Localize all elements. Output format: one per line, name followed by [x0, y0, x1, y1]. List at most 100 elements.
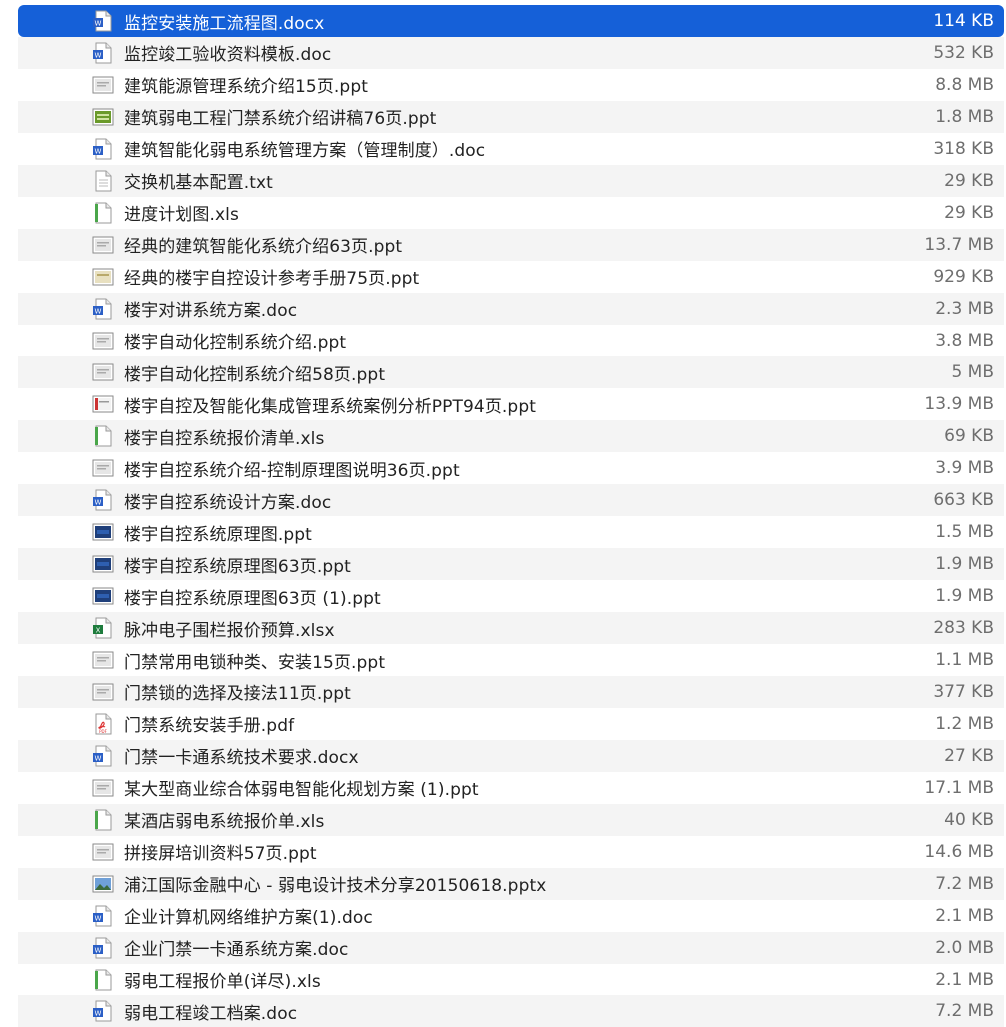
file-size: 13.7 MB — [924, 234, 994, 255]
file-name: 楼宇自动化控制系统介绍.ppt — [124, 333, 347, 353]
file-name: 企业门禁一卡通系统方案.doc — [124, 940, 349, 961]
ppt-thumbnail-icon — [92, 777, 114, 799]
file-size: 1.9 MB — [935, 586, 994, 607]
file-name: 建筑能源管理系统介绍15页.ppt — [124, 77, 368, 98]
file-row[interactable]: 楼宇自控系统原理图63页 (1).ppt 1.9 MB — [18, 580, 1004, 612]
file-row[interactable]: 拼接屏培训资料57页.ppt 14.6 MB — [18, 836, 1004, 868]
file-row[interactable]: 门禁锁的选择及接法11页.ppt 377 KB — [18, 675, 1004, 708]
file-row[interactable]: W 企业门禁一卡通系统方案.doc 2.0 MB — [18, 931, 1004, 964]
spreadsheet-icon — [92, 969, 114, 991]
file-size: 929 KB — [933, 266, 994, 287]
ppt-thumbnail-icon — [92, 74, 114, 96]
file-size: 1.9 MB — [935, 554, 994, 575]
word-doc-icon: W — [92, 138, 114, 160]
file-row[interactable]: W 建筑智能化弱电系统管理方案（管理制度）.doc 318 KB — [18, 133, 1004, 165]
file-size: 1.8 MB — [935, 106, 994, 127]
ppt-thumbnail-icon — [92, 457, 114, 479]
word-doc-icon: W — [92, 905, 114, 927]
file-name: 企业计算机网络维护方案(1).doc — [124, 908, 373, 929]
file-row[interactable]: 弱电工程报价单(详尽).xls 2.1 MB — [18, 964, 1004, 996]
file-name: 建筑弱电工程门禁系统介绍讲稿76页.ppt — [124, 109, 437, 130]
ppt-thumbnail-icon — [92, 361, 114, 383]
svg-text:W: W — [95, 914, 102, 922]
file-size: 2.1 MB — [935, 969, 994, 990]
file-row[interactable]: 建筑弱电工程门禁系统介绍讲稿76页.ppt 1.8 MB — [18, 100, 1004, 133]
file-size: 3.8 MB — [935, 330, 994, 351]
file-row[interactable]: PDF 门禁系统安装手册.pdf 1.2 MB — [18, 708, 1004, 740]
file-row[interactable]: 楼宇自控系统原理图63页.ppt 1.9 MB — [18, 548, 1004, 581]
file-row[interactable]: W 监控竣工验收资料模板.doc 532 KB — [18, 36, 1004, 69]
ppt-thumbnail-blue-icon — [92, 521, 114, 543]
file-row[interactable]: 楼宇自动化控制系统介绍58页.ppt 5 MB — [18, 356, 1004, 389]
file-name: 某酒店弱电系统报价单.xls — [124, 812, 325, 833]
file-size: 40 KB — [944, 809, 994, 830]
svg-text:W: W — [95, 1010, 102, 1018]
file-name: 交换机基本配置.txt — [124, 173, 273, 194]
file-row[interactable]: 某酒店弱电系统报价单.xls 40 KB — [18, 803, 1004, 836]
file-size: 663 KB — [933, 490, 994, 511]
file-name: 楼宇自控系统原理图63页.ppt — [124, 556, 351, 577]
file-row[interactable]: 经典的建筑智能化系统介绍63页.ppt 13.7 MB — [18, 228, 1004, 261]
file-row[interactable]: 楼宇自控系统原理图.ppt 1.5 MB — [18, 516, 1004, 548]
ppt-thumbnail-icon — [92, 234, 114, 256]
file-list: W 监控安装施工流程图.docx 114 KB W 监控竣工验收资料模板.doc 532 … — [0, 0, 1006, 1027]
pdf-icon: PDF — [92, 713, 114, 735]
file-row[interactable]: W 监控安装施工流程图.docx 114 KB — [18, 5, 1004, 37]
svg-text:PDF: PDF — [99, 729, 107, 734]
file-row[interactable]: 楼宇自控及智能化集成管理系统案例分析PPT94页.ppt 13.9 MB — [18, 388, 1004, 420]
file-name: 建筑智能化弱电系统管理方案（管理制度）.doc — [124, 141, 486, 162]
file-size: 3.9 MB — [935, 458, 994, 479]
file-name: 楼宇自控系统介绍-控制原理图说明36页.ppt — [124, 460, 460, 481]
file-name: 经典的建筑智能化系统介绍63页.ppt — [124, 237, 403, 258]
file-row[interactable]: X 脉冲电子围栏报价预算.xlsx 283 KB — [18, 612, 1004, 645]
file-size: 69 KB — [944, 426, 994, 447]
file-size: 5 MB — [951, 362, 994, 383]
word-doc-icon: W — [92, 1000, 114, 1022]
file-row[interactable]: 楼宇自控系统报价清单.xls 69 KB — [18, 420, 1004, 453]
file-row[interactable]: 建筑能源管理系统介绍15页.ppt 8.8 MB — [18, 69, 1004, 101]
file-name: 门禁一卡通系统技术要求.docx — [124, 748, 359, 769]
file-row[interactable]: 楼宇自动化控制系统介绍.ppt 3.8 MB — [18, 325, 1004, 357]
file-size: 2.3 MB — [935, 298, 994, 319]
file-name: 楼宇自控系统原理图.ppt — [124, 524, 312, 545]
svg-text:W: W — [95, 51, 102, 59]
file-row[interactable]: W 弱电工程竣工档案.doc 7.2 MB — [18, 995, 1004, 1027]
file-name: 楼宇自控系统原理图63页 (1).ppt — [124, 588, 381, 609]
file-name: 楼宇自控系统设计方案.doc — [124, 492, 332, 513]
file-row[interactable]: W 楼宇对讲系统方案.doc 2.3 MB — [18, 292, 1004, 325]
file-row[interactable]: 经典的楼宇自控设计参考手册75页.ppt 929 KB — [18, 261, 1004, 293]
spreadsheet-icon — [92, 809, 114, 831]
ppt-thumbnail-blue-icon — [92, 585, 114, 607]
file-name: 楼宇对讲系统方案.doc — [124, 301, 298, 322]
file-row[interactable]: W 楼宇自控系统设计方案.doc 663 KB — [18, 484, 1004, 517]
file-name: 监控竣工验收资料模板.doc — [124, 45, 332, 66]
svg-text:W: W — [95, 946, 102, 954]
file-name: 弱电工程竣工档案.doc — [124, 1003, 298, 1024]
file-size: 14.6 MB — [924, 841, 994, 862]
ppt-thumbnail-blue-icon — [92, 553, 114, 575]
file-row[interactable]: 门禁常用电锁种类、安装15页.ppt 1.1 MB — [18, 644, 1004, 676]
file-row[interactable]: 某大型商业综合体弱电智能化规划方案 (1).ppt 17.1 MB — [18, 772, 1004, 804]
svg-text:X: X — [96, 627, 101, 635]
file-row[interactable]: W 门禁一卡通系统技术要求.docx 27 KB — [18, 739, 1004, 772]
file-row[interactable]: 楼宇自控系统介绍-控制原理图说明36页.ppt 3.9 MB — [18, 452, 1004, 484]
svg-text:W: W — [95, 307, 102, 315]
svg-text:W: W — [95, 147, 102, 155]
ppt-thumbnail-icon — [92, 649, 114, 671]
file-row[interactable]: 浦江国际金融中心 - 弱电设计技术分享20150618.pptx 7.2 MB — [18, 867, 1004, 900]
file-size: 1.1 MB — [935, 650, 994, 670]
file-name: 门禁系统安装手册.pdf — [124, 716, 295, 737]
file-size: 7.2 MB — [935, 1001, 994, 1022]
ppt-thumbnail-beige-icon — [92, 266, 114, 288]
file-row[interactable]: 进度计划图.xls 29 KB — [18, 197, 1004, 229]
file-size: 283 KB — [933, 618, 994, 639]
file-size: 27 KB — [944, 745, 994, 766]
file-size: 7.2 MB — [935, 873, 994, 894]
ppt-thumbnail-photo-icon — [92, 873, 114, 895]
file-row[interactable]: W 企业计算机网络维护方案(1).doc 2.1 MB — [18, 900, 1004, 932]
text-file-icon — [92, 170, 114, 192]
file-name: 脉冲电子围栏报价预算.xlsx — [124, 620, 335, 641]
file-row[interactable]: 交换机基本配置.txt 29 KB — [18, 164, 1004, 197]
ppt-thumbnail-icon — [92, 681, 114, 703]
excel-icon: X — [92, 617, 114, 639]
